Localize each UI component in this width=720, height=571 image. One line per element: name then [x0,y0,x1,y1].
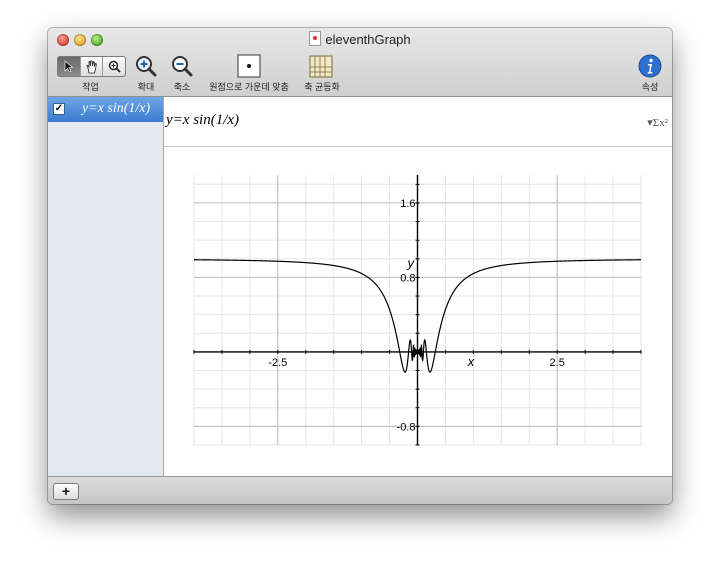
equation-palette-icon[interactable]: ▾Σx² [647,116,668,129]
arrow-pointer-icon [64,60,74,73]
y-tick-label: -0.8 [397,421,416,433]
window-title: eleventhGraph [325,32,411,47]
center-origin-label: 원점으로 가운데 맞춤 [209,82,289,92]
zoom-tool[interactable] [103,57,125,76]
inspector-label: 속성 [641,82,659,92]
list-item[interactable]: ✓ y=x sin(1/x) [48,97,163,122]
document-icon [309,31,322,46]
pointer-tool[interactable] [58,57,81,76]
tools-label: 작업 [82,82,99,92]
bottom-bar: + [48,476,672,504]
equation-list: ✓ y=x sin(1/x) [48,97,164,476]
add-equation-button[interactable]: + [53,483,79,500]
axes [194,175,641,445]
y-axis-label: y [407,255,416,270]
equation-text: y=x sin(1/x) [166,112,240,128]
equalize-axes-icon [309,55,333,78]
equalize-axes-button[interactable] [308,53,334,79]
equation-visible-checkbox[interactable]: ✓ [53,103,65,115]
x-tick-label: -2.5 [268,357,287,369]
toolbar: eleventhGraph 작업 확대 축소 원점으로 가운데 맞춤 축 균등화… [48,28,672,97]
info-icon [638,54,662,78]
hand-icon [86,59,97,73]
zoom-out-icon [172,56,193,77]
series-line-right [418,259,641,373]
series-line-left [194,259,417,373]
tool-segmented-control [57,56,126,77]
inspector-button[interactable] [637,53,663,79]
plot-canvas[interactable]: -2.5 2.5 1.6 0.8 -0.8 x y [164,146,672,476]
equation-editor[interactable]: y=x sin(1/x) ▾Σx² [164,97,672,147]
graph-area: y=x sin(1/x) ▾Σx² -2.5 2.5 1.6 0.8 -0.8 x y [164,97,672,476]
hand-tool[interactable] [81,57,104,76]
zoom-in-icon [136,56,157,77]
y-tick-label: 0.8 [400,272,415,284]
center-origin-button[interactable] [236,53,262,79]
magnifier-plus-icon [108,60,121,73]
y-tick-label: 1.6 [400,198,415,210]
equalize-axes-label: 축 균등화 [304,82,340,92]
zoom-out-label: 축소 [173,82,191,92]
x-axis-label: x [467,354,475,369]
x-tick-label: 2.5 [550,357,565,369]
window-title-area: eleventhGraph [48,31,672,47]
zoom-in-button[interactable] [133,53,159,79]
equation-label: y=x sin(1/x) [82,101,151,116]
zoom-out-button[interactable] [169,53,195,79]
zoom-in-label: 확대 [137,82,155,92]
center-origin-icon [237,54,261,78]
app-window: eleventhGraph 작업 확대 축소 원점으로 가운데 맞춤 축 균등화… [48,28,672,504]
